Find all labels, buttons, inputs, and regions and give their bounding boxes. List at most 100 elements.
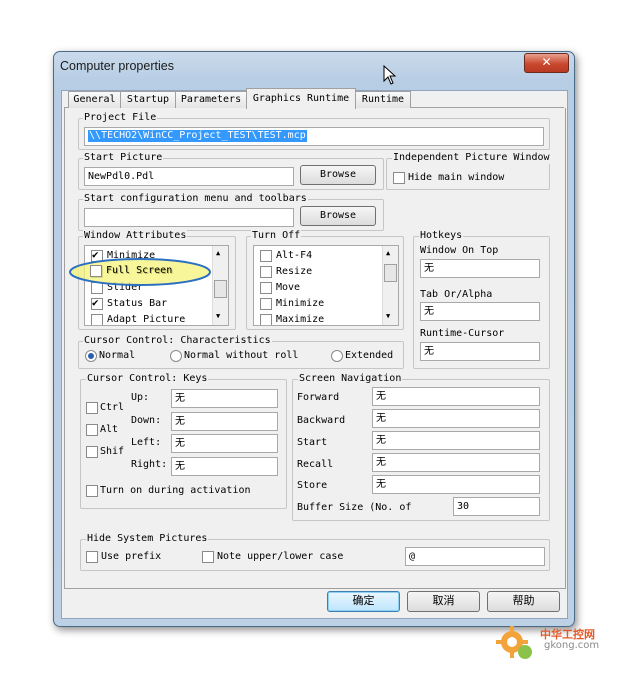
store-label: Store xyxy=(297,480,328,491)
project-file-field[interactable]: \\TECHO2\WinCC_Project_TEST\TEST.mcp xyxy=(84,127,544,146)
normal-radio-label: Normal xyxy=(99,350,136,361)
cancel-button[interactable]: 取消 xyxy=(407,591,480,612)
config-menu-browse-button[interactable]: Browse xyxy=(300,206,376,226)
window-on-top-value: 无 xyxy=(424,263,434,274)
alt-checkbox[interactable] xyxy=(86,424,98,436)
runtime-cursor-field[interactable]: 无 xyxy=(420,342,540,361)
scroll-down-icon[interactable]: ▼ xyxy=(216,312,220,320)
recall-value: 无 xyxy=(376,457,386,468)
minimize-off-checkbox[interactable] xyxy=(260,298,272,310)
left-field[interactable]: 无 xyxy=(171,434,278,453)
prefix-field[interactable]: @ xyxy=(405,547,545,566)
start-picture-browse-button[interactable]: Browse xyxy=(300,165,376,185)
scroll-thumb[interactable] xyxy=(384,264,397,282)
tab-runtime[interactable]: Runtime xyxy=(355,91,411,108)
normal-radio[interactable] xyxy=(85,350,97,362)
tab-graphics-runtime[interactable]: Graphics Runtime xyxy=(246,88,356,109)
alt-f4-label: Alt-F4 xyxy=(276,250,313,261)
project-file-label: Project File xyxy=(83,112,158,124)
turn-off-scrollbar[interactable]: ▲ ▼ xyxy=(382,246,398,325)
scroll-up-icon[interactable]: ▲ xyxy=(216,249,220,257)
extended-radio[interactable] xyxy=(331,350,343,362)
up-label: Up: xyxy=(131,392,150,403)
note-case-checkbox[interactable] xyxy=(202,551,214,563)
forward-label: Forward xyxy=(297,392,340,403)
close-button[interactable]: ✕ xyxy=(524,53,569,73)
resize-label: Resize xyxy=(276,266,313,277)
ok-button[interactable]: 确定 xyxy=(327,591,400,612)
full-screen-label-overlay: Full Screen xyxy=(106,265,173,276)
buffer-size-field[interactable]: 30 xyxy=(453,497,540,516)
maximize-label: Maximize xyxy=(276,314,325,325)
tab-alpha-value: 无 xyxy=(424,306,434,317)
turn-on-activation-label: Turn on during activation xyxy=(100,485,251,496)
tab-alpha-field[interactable]: 无 xyxy=(420,302,540,321)
turn-off-list[interactable]: Alt-F4 Resize Move Minimize Maximize ▲ ▼ xyxy=(253,245,399,326)
recall-field[interactable]: 无 xyxy=(372,453,540,472)
cursor-keys-label: Cursor Control: Keys xyxy=(86,373,209,385)
tab-startup[interactable]: Startup xyxy=(120,91,176,108)
normal-without-roll-label: Normal without roll xyxy=(184,350,299,361)
start-label: Start xyxy=(297,437,328,448)
move-label: Move xyxy=(276,282,301,293)
scroll-up-icon[interactable]: ▲ xyxy=(386,249,390,257)
adapt-picture-label: Adapt Picture xyxy=(107,314,186,325)
start-picture-value: NewPdl0.Pdl xyxy=(88,171,155,182)
help-button[interactable]: 帮助 xyxy=(487,591,560,612)
right-label: Right: xyxy=(131,459,168,470)
independent-window-label: Independent Picture Window xyxy=(392,152,551,164)
ctrl-checkbox[interactable] xyxy=(86,402,98,414)
note-case-label: Note upper/lower case xyxy=(217,551,344,562)
alt-f4-checkbox[interactable] xyxy=(260,250,272,262)
watermark-url: gkong.com xyxy=(544,640,600,651)
right-field[interactable]: 无 xyxy=(171,457,278,476)
cursor-characteristics-label: Cursor Control: Characteristics xyxy=(83,335,272,347)
maximize-checkbox[interactable] xyxy=(260,314,272,325)
backward-label: Backward xyxy=(297,415,346,426)
start-field[interactable]: 无 xyxy=(372,431,540,450)
hide-main-window-label: Hide main window xyxy=(408,172,505,183)
up-field[interactable]: 无 xyxy=(171,389,278,408)
tab-parameters[interactable]: Parameters xyxy=(175,91,247,108)
project-file-value: \\TECHO2\WinCC_Project_TEST\TEST.mcp xyxy=(88,130,307,142)
down-value: 无 xyxy=(175,416,185,427)
tab-alpha-label: Tab Or/Alpha xyxy=(420,289,493,300)
backward-field[interactable]: 无 xyxy=(372,409,540,428)
left-value: 无 xyxy=(175,438,185,449)
alt-label: Alt xyxy=(100,424,119,435)
resize-checkbox[interactable] xyxy=(260,266,272,278)
minimize-off-label: Minimize xyxy=(276,298,325,309)
move-checkbox[interactable] xyxy=(260,282,272,294)
up-value: 无 xyxy=(175,393,185,404)
right-value: 无 xyxy=(175,461,185,472)
turn-on-activation-checkbox[interactable] xyxy=(86,485,98,497)
store-field[interactable]: 无 xyxy=(372,475,540,494)
window-on-top-field[interactable]: 无 xyxy=(420,259,540,278)
config-menu-field[interactable] xyxy=(84,208,294,227)
window-attributes-label: Window Attributes xyxy=(83,230,188,242)
gear-logo-icon xyxy=(496,626,532,659)
normal-without-roll-radio[interactable] xyxy=(170,350,182,362)
recall-label: Recall xyxy=(297,459,334,470)
mouse-pointer-icon xyxy=(383,65,397,85)
left-label: Left: xyxy=(131,437,162,448)
status-bar-checkbox[interactable] xyxy=(91,296,103,310)
hide-system-pictures-label: Hide System Pictures xyxy=(86,533,209,545)
down-field[interactable]: 无 xyxy=(171,412,278,431)
runtime-cursor-label: Runtime-Cursor xyxy=(420,328,505,339)
scroll-down-icon[interactable]: ▼ xyxy=(386,312,390,320)
config-menu-value xyxy=(85,212,88,223)
shift-label: Shif xyxy=(100,446,125,457)
window-on-top-label: Window On Top xyxy=(420,245,499,256)
adapt-picture-checkbox[interactable] xyxy=(91,314,103,325)
shift-checkbox[interactable] xyxy=(86,446,98,458)
use-prefix-checkbox[interactable] xyxy=(86,551,98,563)
start-value: 无 xyxy=(376,435,386,446)
tab-general[interactable]: General xyxy=(68,91,121,108)
start-picture-field[interactable]: NewPdl0.Pdl xyxy=(84,167,294,186)
runtime-cursor-value: 无 xyxy=(424,346,434,357)
full-screen-checkbox-overlay[interactable] xyxy=(90,265,102,277)
down-label: Down: xyxy=(131,415,162,426)
hide-main-window-checkbox[interactable] xyxy=(393,172,405,184)
forward-field[interactable]: 无 xyxy=(372,387,540,406)
